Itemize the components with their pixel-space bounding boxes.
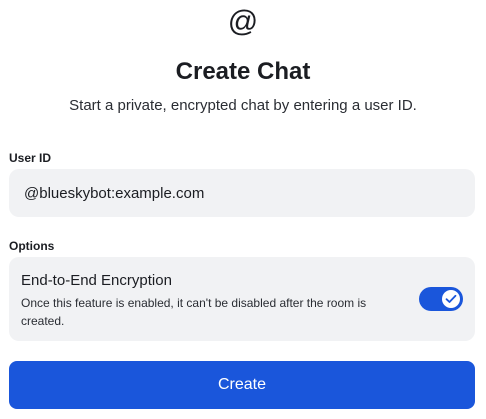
encryption-title: End-to-End Encryption (21, 272, 172, 289)
encryption-description: Once this feature is enabled, it can't b… (21, 296, 367, 328)
create-button[interactable]: Create (9, 361, 475, 409)
user-id-label: User ID (9, 151, 52, 165)
encryption-option-card: End-to-End Encryption Once this feature … (9, 257, 475, 341)
create-chat-dialog: @ Create Chat Start a private, encrypted… (0, 0, 486, 419)
checkmark-icon (445, 294, 457, 303)
options-label: Options (9, 239, 55, 253)
user-id-input[interactable] (9, 169, 475, 217)
encryption-toggle[interactable] (419, 287, 463, 311)
page-title: Create Chat (175, 58, 311, 85)
at-sign-icon: @ (227, 5, 259, 38)
page-subtitle: Start a private, encrypted chat by enter… (69, 97, 417, 114)
toggle-knob (442, 290, 460, 308)
